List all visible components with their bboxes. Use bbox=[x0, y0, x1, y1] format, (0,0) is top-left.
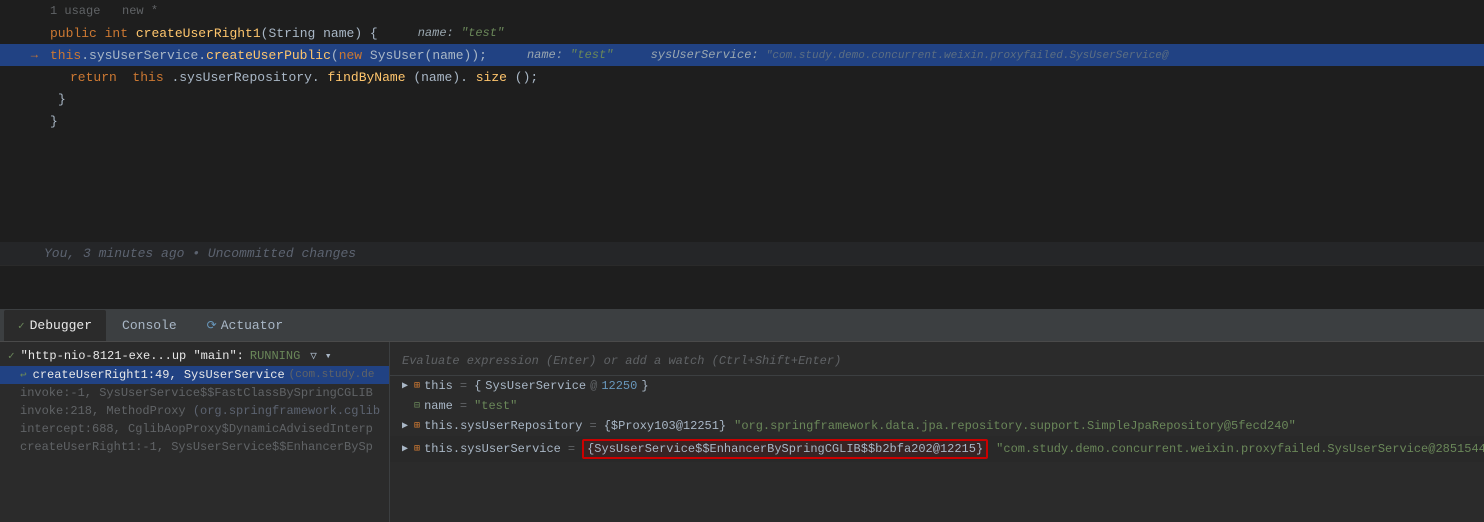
var-name-repo: this.sysUserRepository bbox=[424, 419, 582, 433]
code-line-empty5 bbox=[0, 220, 1484, 242]
variables-panel: Evaluate expression (Enter) or add a wat… bbox=[390, 342, 1484, 522]
frame-row-4[interactable]: createUserRight1:-1, SysUserService$$Enh… bbox=[0, 438, 389, 456]
var-row-name[interactable]: ▶ ⊟ name = "test" bbox=[390, 396, 1484, 416]
debugger-panel: ✓ Debugger Console ⟳ Actuator ✓ "http-ni… bbox=[0, 310, 1484, 522]
expand-service-icon: ▶ bbox=[402, 443, 408, 455]
repo-extra-value: "org.springframework.data.jpa.repository… bbox=[734, 419, 1296, 433]
frame-arrow-icon: ↩ bbox=[20, 368, 27, 382]
tab-console-label: Console bbox=[122, 318, 177, 333]
str-icon-name: ⊟ bbox=[414, 400, 420, 412]
service-extra-value: "com.study.demo.concurrent.weixin.proxyf… bbox=[996, 442, 1484, 456]
frame-method-3: intercept:688, CglibAopProxy$DynamicAdvi… bbox=[20, 422, 373, 436]
tab-actuator-label: Actuator bbox=[221, 318, 283, 333]
debugger-tabs-bar: ✓ Debugger Console ⟳ Actuator bbox=[0, 310, 1484, 342]
frame-row-1[interactable]: invoke:-1, SysUserService$$FastClassBySp… bbox=[0, 384, 389, 402]
code-line-empty1 bbox=[0, 132, 1484, 154]
code-line-usage: 1 usage new * bbox=[0, 0, 1484, 22]
tab-console[interactable]: Console bbox=[108, 310, 191, 341]
usage-badge: 1 usage new * bbox=[50, 4, 158, 18]
eval-bar[interactable]: Evaluate expression (Enter) or add a wat… bbox=[390, 346, 1484, 376]
frame-loc-0: (com.study.de bbox=[289, 369, 375, 381]
frame-row-3[interactable]: intercept:688, CglibAopProxy$DynamicAdvi… bbox=[0, 420, 389, 438]
obj-icon-this: ⊞ bbox=[414, 380, 420, 392]
frame-row-0[interactable]: ↩ createUserRight1:49, SysUserService (c… bbox=[0, 366, 389, 384]
tab-debugger-label: Debugger bbox=[30, 318, 92, 333]
var-row-repository[interactable]: ▶ ⊞ this.sysUserRepository = {$Proxy103@… bbox=[390, 416, 1484, 436]
expand-repo-icon: ▶ bbox=[402, 420, 408, 432]
thread-row[interactable]: ✓ "http-nio-8121-exe...up "main": RUNNIN… bbox=[0, 346, 389, 366]
obj-icon-service: ⊞ bbox=[414, 443, 420, 455]
git-blame: You, 3 minutes ago • Uncommitted changes bbox=[0, 242, 1484, 266]
frame-method-4: createUserRight1:-1, SysUserService$$Enh… bbox=[20, 440, 373, 454]
code-line-method-sig: public int createUserRight1 ( String nam… bbox=[0, 22, 1484, 44]
service-value-highlighted: {SysUserService$$EnhancerBySpringCGLIB$$… bbox=[582, 439, 988, 459]
filter-icon: ▽ bbox=[310, 349, 317, 363]
code-line-empty2 bbox=[0, 154, 1484, 176]
tab-actuator[interactable]: ⟳ Actuator bbox=[193, 310, 297, 341]
blame-text: You, 3 minutes ago • Uncommitted changes bbox=[44, 246, 356, 261]
code-line-empty4 bbox=[0, 198, 1484, 220]
frame-row-2[interactable]: invoke:218, MethodProxy (org.springframe… bbox=[0, 402, 389, 420]
var-name-name: name bbox=[424, 399, 453, 413]
code-line-debug-current: → this . sysUserService . createUserPubl… bbox=[0, 44, 1484, 66]
var-row-service[interactable]: ▶ ⊞ this.sysUserService = {SysUserServic… bbox=[390, 436, 1484, 462]
code-line-close-outer: } bbox=[0, 110, 1484, 132]
code-editor: 1 usage new * public int createUserRight… bbox=[0, 0, 1484, 310]
debugger-content: ✓ "http-nio-8121-exe...up "main": RUNNIN… bbox=[0, 342, 1484, 522]
code-line-empty3 bbox=[0, 176, 1484, 198]
var-row-this[interactable]: ▶ ⊞ this = { SysUserService @ 12250 } bbox=[390, 376, 1484, 396]
chevron-down-icon: ▾ bbox=[325, 349, 332, 363]
obj-icon-repo: ⊞ bbox=[414, 420, 420, 432]
frames-panel: ✓ "http-nio-8121-exe...up "main": RUNNIN… bbox=[0, 342, 390, 522]
var-name-this: this bbox=[424, 379, 453, 393]
tab-debugger[interactable]: ✓ Debugger bbox=[4, 310, 106, 341]
code-line-return: return this .sysUserRepository. findByNa… bbox=[0, 66, 1484, 88]
thread-status-label: RUNNING bbox=[250, 349, 300, 363]
thread-name-label: "http-nio-8121-exe...up "main": bbox=[21, 349, 244, 363]
eval-bar-text: Evaluate expression (Enter) or add a wat… bbox=[402, 354, 841, 368]
frame-method-2: invoke:218, MethodProxy (org.springframe… bbox=[20, 404, 380, 418]
var-name-service: this.sysUserService bbox=[424, 442, 561, 456]
frame-method-0: createUserRight1:49, SysUserService bbox=[33, 368, 285, 382]
code-line-close-inner: } bbox=[0, 88, 1484, 110]
expand-this-icon: ▶ bbox=[402, 380, 408, 392]
frame-method-1: invoke:-1, SysUserService$$FastClassBySp… bbox=[20, 386, 373, 400]
